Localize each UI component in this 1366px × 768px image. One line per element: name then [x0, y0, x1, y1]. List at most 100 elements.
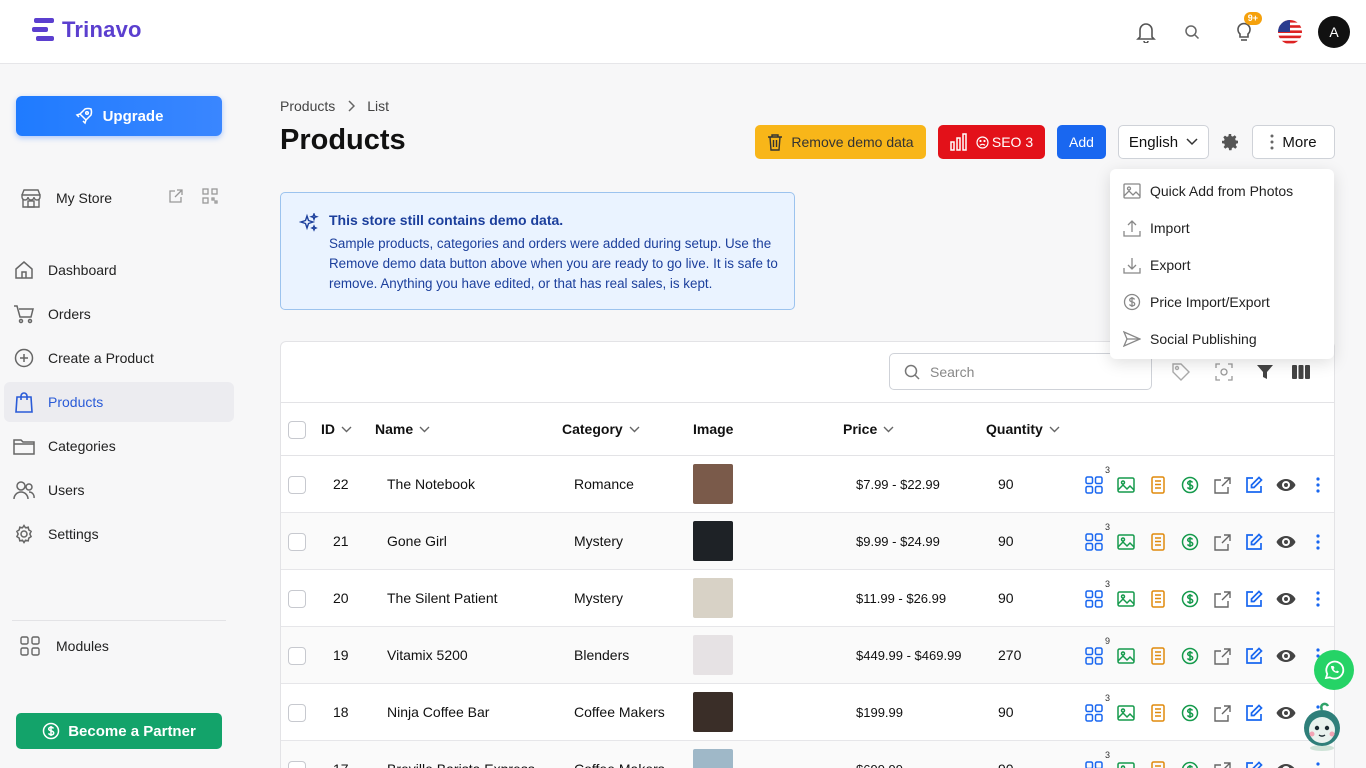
- variants-grid-icon[interactable]: 9: [1083, 636, 1110, 667]
- cell-name[interactable]: Breville Barista Express: [387, 761, 535, 768]
- row-kebab-icon[interactable]: [1307, 588, 1329, 610]
- gallery-icon[interactable]: [1115, 588, 1137, 610]
- product-thumbnail[interactable]: [693, 692, 733, 732]
- menu-item-import[interactable]: Import: [1110, 209, 1334, 246]
- row-checkbox[interactable]: [288, 647, 306, 665]
- table-row[interactable]: 22 The Notebook Romance $7.99 - $22.99 90 3: [281, 456, 1334, 513]
- select-all-checkbox[interactable]: [288, 421, 306, 439]
- price-dollar-icon[interactable]: [1179, 474, 1201, 496]
- row-checkbox[interactable]: [288, 590, 306, 608]
- product-thumbnail[interactable]: [693, 521, 733, 561]
- open-external-icon[interactable]: [1211, 759, 1233, 768]
- invoice-icon[interactable]: [1147, 645, 1169, 667]
- edit-icon[interactable]: [1243, 645, 1265, 667]
- invoice-icon[interactable]: [1147, 759, 1169, 768]
- sidebar-item-orders[interactable]: Orders: [4, 294, 234, 334]
- price-dollar-icon[interactable]: [1179, 759, 1201, 768]
- search-box[interactable]: [889, 353, 1152, 390]
- gallery-icon[interactable]: [1115, 702, 1137, 724]
- seo-button[interactable]: SEO 3: [938, 125, 1045, 159]
- edit-icon[interactable]: [1243, 588, 1265, 610]
- user-avatar[interactable]: A: [1318, 16, 1350, 48]
- gallery-icon[interactable]: [1115, 759, 1137, 768]
- breadcrumb-root[interactable]: Products: [280, 98, 335, 114]
- invoice-icon[interactable]: [1147, 702, 1169, 724]
- row-checkbox[interactable]: [288, 476, 306, 494]
- gallery-icon[interactable]: [1115, 645, 1137, 667]
- column-name[interactable]: Name: [375, 421, 430, 437]
- variants-grid-icon[interactable]: 3: [1083, 750, 1110, 768]
- view-eye-icon[interactable]: [1275, 645, 1297, 667]
- invoice-icon[interactable]: [1147, 531, 1169, 553]
- cell-name[interactable]: Ninja Coffee Bar: [387, 704, 489, 720]
- us-flag-icon[interactable]: [1274, 16, 1306, 48]
- open-external-icon[interactable]: [1211, 531, 1233, 553]
- whatsapp-chat-button[interactable]: [1314, 650, 1354, 690]
- tag-icon[interactable]: [1170, 361, 1192, 383]
- price-dollar-icon[interactable]: [1179, 588, 1201, 610]
- column-category[interactable]: Category: [562, 421, 640, 437]
- remove-demo-data-button[interactable]: Remove demo data: [755, 125, 926, 159]
- row-kebab-icon[interactable]: [1307, 531, 1329, 553]
- open-external-icon[interactable]: [1211, 474, 1233, 496]
- menu-item-social-publishing[interactable]: Social Publishing: [1110, 320, 1334, 357]
- menu-item-export[interactable]: Export: [1110, 246, 1334, 283]
- add-product-button[interactable]: Add: [1057, 125, 1106, 159]
- sidebar-item-users[interactable]: Users: [4, 470, 234, 510]
- brand-logo[interactable]: Trinavo: [32, 17, 142, 43]
- edit-icon[interactable]: [1243, 474, 1265, 496]
- notification-bell-icon[interactable]: [1130, 16, 1162, 48]
- search-icon[interactable]: [1176, 16, 1208, 48]
- sidebar-item-modules[interactable]: Modules: [20, 636, 109, 656]
- row-checkbox[interactable]: [288, 533, 306, 551]
- price-dollar-icon[interactable]: [1179, 702, 1201, 724]
- row-checkbox[interactable]: [288, 761, 306, 768]
- view-eye-icon[interactable]: [1275, 588, 1297, 610]
- cell-name[interactable]: The Silent Patient: [387, 590, 498, 606]
- table-row[interactable]: 17 Breville Barista Express Coffee Makers $…: [281, 741, 1334, 768]
- settings-gear-icon[interactable]: [1216, 128, 1244, 156]
- variants-grid-icon[interactable]: 3: [1083, 522, 1110, 553]
- columns-icon[interactable]: [1290, 361, 1312, 383]
- row-kebab-icon[interactable]: [1307, 759, 1329, 768]
- table-row[interactable]: 18 Ninja Coffee Bar Coffee Makers $199.99 90…: [281, 684, 1334, 741]
- table-row[interactable]: 21 Gone Girl Mystery $9.99 - $24.99 90 3: [281, 513, 1334, 570]
- row-kebab-icon[interactable]: [1307, 474, 1329, 496]
- gallery-icon[interactable]: [1115, 531, 1137, 553]
- view-eye-icon[interactable]: [1275, 702, 1297, 724]
- product-thumbnail[interactable]: [693, 578, 733, 618]
- language-select[interactable]: English: [1118, 125, 1209, 159]
- price-dollar-icon[interactable]: [1179, 645, 1201, 667]
- scan-icon[interactable]: [1213, 361, 1235, 383]
- external-link-icon[interactable]: [168, 188, 184, 204]
- assistant-bot-icon[interactable]: [1300, 700, 1344, 752]
- price-dollar-icon[interactable]: [1179, 531, 1201, 553]
- filter-icon[interactable]: [1254, 361, 1276, 383]
- sidebar-item-settings[interactable]: Settings: [4, 514, 234, 554]
- edit-icon[interactable]: [1243, 702, 1265, 724]
- edit-icon[interactable]: [1243, 531, 1265, 553]
- search-input[interactable]: [930, 363, 1130, 380]
- product-thumbnail[interactable]: [693, 635, 733, 675]
- table-row[interactable]: 20 The Silent Patient Mystery $11.99 - $26.…: [281, 570, 1334, 627]
- invoice-icon[interactable]: [1147, 588, 1169, 610]
- variants-grid-icon[interactable]: 3: [1083, 693, 1110, 724]
- column-price[interactable]: Price: [843, 421, 894, 437]
- column-id[interactable]: ID: [321, 421, 352, 437]
- open-external-icon[interactable]: [1211, 588, 1233, 610]
- sidebar-item-products[interactable]: Products: [4, 382, 234, 422]
- open-external-icon[interactable]: [1211, 645, 1233, 667]
- view-eye-icon[interactable]: [1275, 474, 1297, 496]
- view-eye-icon[interactable]: [1275, 531, 1297, 553]
- cell-name[interactable]: Vitamix 5200: [387, 647, 468, 663]
- menu-item-quick-add-photos[interactable]: Quick Add from Photos: [1110, 172, 1334, 209]
- table-row[interactable]: 19 Vitamix 5200 Blenders $449.99 - $469.99 2…: [281, 627, 1334, 684]
- gallery-icon[interactable]: [1115, 474, 1137, 496]
- menu-item-price-import-export[interactable]: Price Import/Export: [1110, 283, 1334, 320]
- edit-icon[interactable]: [1243, 759, 1265, 768]
- product-thumbnail[interactable]: [693, 749, 733, 768]
- variants-grid-icon[interactable]: 3: [1083, 579, 1110, 610]
- tips-lightbulb-icon[interactable]: 9+: [1228, 12, 1262, 48]
- qr-code-icon[interactable]: [202, 188, 218, 204]
- my-store-row[interactable]: My Store: [20, 183, 220, 213]
